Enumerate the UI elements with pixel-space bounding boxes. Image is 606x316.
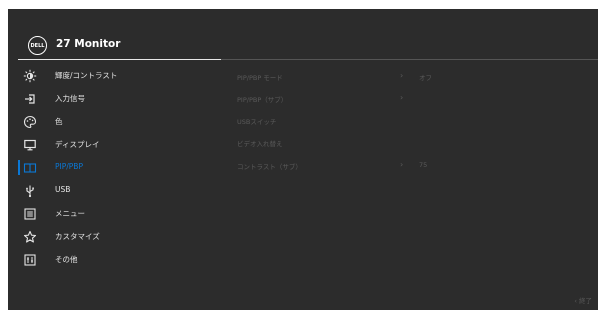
active-indicator — [18, 160, 20, 175]
submenu-item-contrast-sub[interactable]: コントラスト（サブ） › 75 — [237, 160, 577, 174]
menu-item-others[interactable]: その他 — [8, 251, 211, 269]
header-divider-right — [221, 59, 598, 60]
submenu-value: 75 — [419, 161, 428, 169]
submenu-label: USBスイッチ — [237, 118, 277, 126]
menu-label: メニュー — [55, 209, 85, 218]
monitor-title: 27 Monitor — [56, 38, 121, 50]
chevron-right-icon: › — [400, 160, 404, 169]
display-icon — [23, 138, 37, 152]
dell-logo: DELL — [28, 36, 47, 55]
others-icon — [23, 253, 37, 267]
submenu-value: オフ — [419, 74, 432, 82]
usb-icon — [23, 184, 37, 198]
header-divider-left — [18, 59, 221, 60]
submenu-item-pip-pbp-sub[interactable]: PIP/PBP（サブ） › — [237, 93, 577, 107]
menu-label: その他 — [55, 255, 78, 264]
menu-label: ディスプレイ — [55, 140, 100, 149]
submenu-item-usb-switch[interactable]: USBスイッチ — [237, 115, 577, 129]
brightness-icon — [23, 69, 37, 83]
logo-text: DELL — [30, 42, 45, 49]
menu-label: 輝度/コントラスト — [55, 71, 118, 80]
menu-item-display[interactable]: ディスプレイ — [8, 136, 211, 154]
menu-item-color[interactable]: 色 — [8, 113, 211, 131]
menu-label: 入力信号 — [55, 94, 85, 103]
submenu-label: PIP/PBP（サブ） — [237, 96, 288, 104]
chevron-right-icon: › — [400, 71, 404, 80]
color-palette-icon — [23, 115, 37, 129]
menu-item-brightness-contrast[interactable]: 輝度/コントラスト — [8, 67, 211, 85]
exit-button[interactable]: ‹ 終了 — [574, 295, 592, 305]
input-source-icon — [23, 92, 37, 106]
menu-item-pip-pbp[interactable]: PIP/PBP — [8, 159, 211, 177]
submenu-label: PIP/PBP モード — [237, 74, 283, 82]
menu-item-customize[interactable]: カスタマイズ — [8, 228, 211, 246]
menu-item-menu[interactable]: メニュー — [8, 205, 211, 223]
menu-icon — [23, 207, 37, 221]
monitor-osd: DELL 27 Monitor 輝度/コントラスト 入力信号 色 ディスプレイ … — [8, 9, 598, 310]
menu-label: USB — [55, 185, 71, 194]
chevron-right-icon: › — [400, 93, 404, 102]
menu-label: PIP/PBP — [55, 162, 83, 171]
submenu-label: コントラスト（サブ） — [237, 163, 302, 171]
pip-pbp-icon — [23, 161, 37, 175]
submenu-item-pip-pbp-mode[interactable]: PIP/PBP モード › オフ — [237, 71, 577, 85]
menu-label: カスタマイズ — [55, 232, 100, 241]
submenu-item-video-swap[interactable]: ビデオ入れ替え — [237, 137, 577, 151]
menu-item-usb[interactable]: USB — [8, 182, 211, 200]
menu-item-input-source[interactable]: 入力信号 — [8, 90, 211, 108]
submenu-label: ビデオ入れ替え — [237, 140, 283, 148]
star-icon — [23, 230, 37, 244]
menu-label: 色 — [55, 117, 63, 126]
